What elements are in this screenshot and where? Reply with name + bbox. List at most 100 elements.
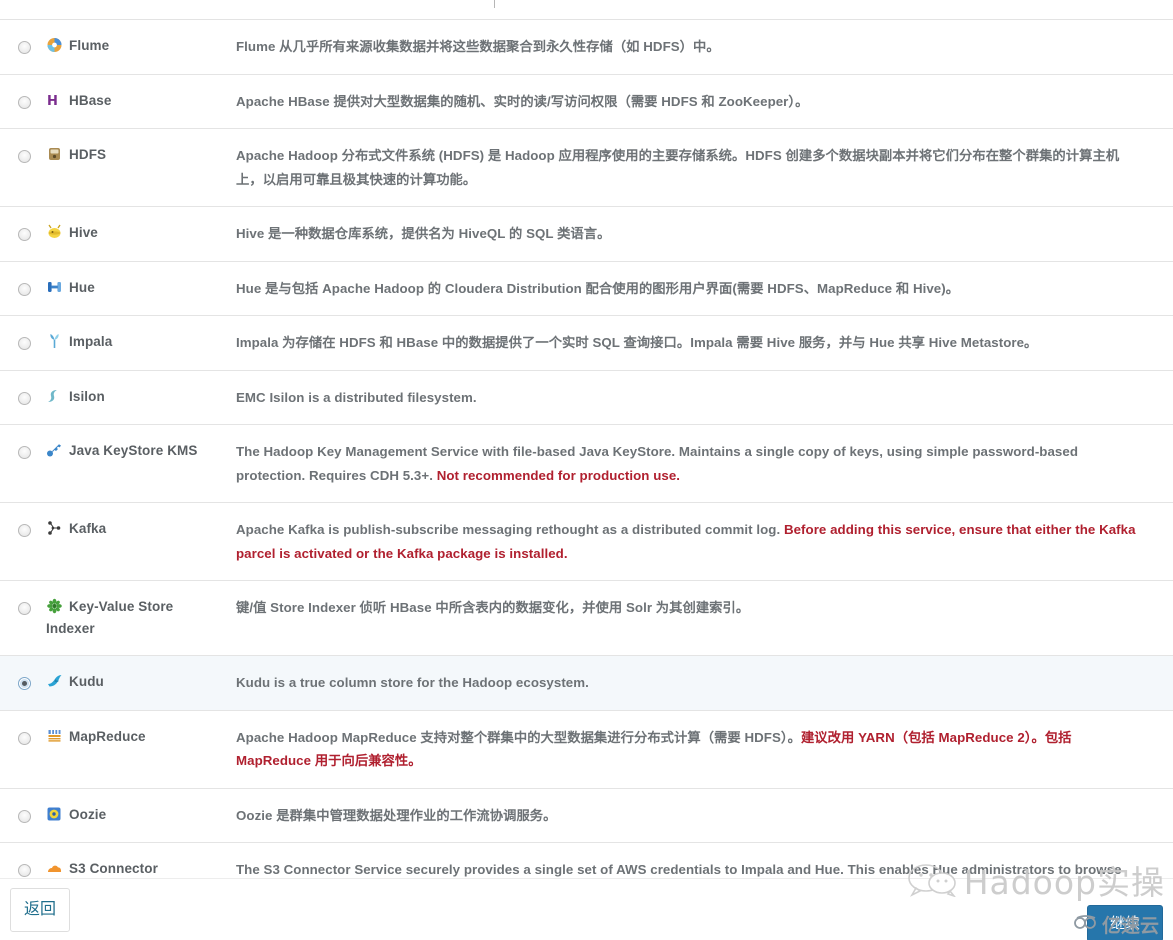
service-radio-cell[interactable] <box>0 370 46 425</box>
service-name-cell[interactable]: Java KeyStore KMS <box>46 425 218 503</box>
hdfs-icon <box>46 146 64 162</box>
service-radio-java-keystore-kms[interactable] <box>18 446 31 459</box>
description-text: EMC Isilon is a distributed filesystem. <box>236 389 477 405</box>
service-radio-cell[interactable] <box>0 20 46 74</box>
service-description-hue: Hue 是与包括 Apache Hadoop 的 Cloudera Distri… <box>236 277 1141 301</box>
cloud-icon <box>46 860 64 876</box>
service-label-impala: Impala <box>46 334 112 349</box>
service-list-table: Flume Flume 从几乎所有来源收集数据并将这些数据聚合到永久性存储（如 H… <box>0 20 1173 940</box>
service-radio-hbase[interactable] <box>18 95 31 109</box>
service-label-text: MapReduce <box>69 728 146 744</box>
service-radio-isilon[interactable] <box>18 391 31 405</box>
service-name-cell[interactable]: HDFS <box>46 129 218 207</box>
service-label-text: Kudu <box>69 674 104 689</box>
service-radio-kafka[interactable] <box>18 524 31 537</box>
flume-icon <box>46 37 64 53</box>
service-radio-mapreduce[interactable] <box>18 731 31 745</box>
service-row[interactable]: Kafka Apache Kafka is publish-subscribe m… <box>0 503 1173 581</box>
description-text: 键/值 Store Indexer 侦听 HBase 中所含表内的数据变化，并使… <box>236 600 750 615</box>
service-radio-cell[interactable] <box>0 74 46 129</box>
service-name-cell[interactable]: MapReduce <box>46 710 218 788</box>
kudu-icon <box>46 673 64 689</box>
service-radio-flume[interactable] <box>18 41 31 54</box>
service-label-s3-connector: S3 Connector <box>46 861 158 876</box>
service-radio-cell[interactable] <box>0 788 46 843</box>
service-row[interactable]: Oozie Oozie 是群集中管理数据处理作业的工作流协调服务。 <box>0 788 1173 843</box>
description-warning-text: Not recommended for production use. <box>436 467 681 483</box>
text-caret-artifact <box>494 0 495 8</box>
service-row[interactable]: Hue Hue 是与包括 Apache Hadoop 的 Cloudera Dis… <box>0 261 1173 316</box>
service-row[interactable]: Hive Hive 是一种数据仓库系统，提供名为 HiveQL 的 SQL 类语言… <box>0 207 1173 262</box>
service-description-cell: The Hadoop Key Management Service with f… <box>218 425 1173 503</box>
service-radio-s3-connector[interactable] <box>18 864 31 877</box>
service-label-kafka: Kafka <box>46 521 106 536</box>
description-text: Hue 是与包括 Apache Hadoop 的 Cloudera Distri… <box>236 280 960 296</box>
service-radio-cell[interactable] <box>0 129 46 207</box>
service-radio-cell[interactable] <box>0 581 46 656</box>
service-description-java-keystore-kms: The Hadoop Key Management Service with f… <box>236 440 1141 487</box>
service-name-cell[interactable]: Oozie <box>46 788 218 843</box>
service-label-text: Java KeyStore KMS <box>69 443 198 458</box>
service-radio-key-value-store-indexer[interactable] <box>18 602 31 615</box>
service-row[interactable]: Isilon EMC Isilon is a distributed filesy… <box>0 370 1173 425</box>
key-icon <box>46 442 64 458</box>
footer-bar: 返回 继续 Hadoop实操 亿速云 <box>0 863 1173 940</box>
description-text: Impala 为存储在 HDFS 和 HBase 中的数据提供了一个实时 SQL… <box>236 335 1038 350</box>
service-radio-hue[interactable] <box>18 282 31 296</box>
service-name-cell[interactable]: Flume <box>46 20 218 74</box>
service-radio-cell[interactable] <box>0 503 46 581</box>
indexer-icon <box>46 598 64 614</box>
service-description-cell: Apache Hadoop MapReduce 支持对整个群集中的大型数据集进行… <box>218 710 1173 788</box>
service-name-cell[interactable]: H HBase <box>46 74 218 129</box>
service-name-cell[interactable]: Hue <box>46 261 218 316</box>
service-radio-impala[interactable] <box>18 337 31 350</box>
service-radio-hive[interactable] <box>18 228 31 241</box>
service-name-cell[interactable]: Impala <box>46 316 218 371</box>
service-name-cell[interactable]: Hive <box>46 207 218 262</box>
service-label-hbase: H HBase <box>46 93 112 108</box>
service-description-cell: EMC Isilon is a distributed filesystem. <box>218 370 1173 425</box>
hbase-icon: H <box>46 92 64 108</box>
top-partial-row <box>0 0 1173 20</box>
service-radio-kudu[interactable] <box>18 677 31 690</box>
service-row[interactable]: HDFS Apache Hadoop 分布式文件系统 (HDFS) 是 Hadoo… <box>0 129 1173 207</box>
service-radio-oozie[interactable] <box>18 809 31 823</box>
service-name-cell[interactable]: Kafka <box>46 503 218 581</box>
service-radio-cell[interactable] <box>0 710 46 788</box>
service-label-text: Key-Value Store Indexer <box>46 599 174 636</box>
service-row[interactable]: Impala Impala 为存储在 HDFS 和 HBase 中的数据提供了一个… <box>0 316 1173 371</box>
svg-text:H: H <box>47 94 58 108</box>
service-label-text: HBase <box>69 92 112 108</box>
service-description-mapreduce: Apache Hadoop MapReduce 支持对整个群集中的大型数据集进行… <box>236 726 1141 773</box>
service-row[interactable]: Java KeyStore KMS The Hadoop Key Manageme… <box>0 425 1173 503</box>
continue-button[interactable]: 继续 <box>1087 905 1163 940</box>
service-name-cell[interactable]: Isilon <box>46 370 218 425</box>
service-label-mapreduce: MapReduce <box>46 729 146 744</box>
service-description-impala: Impala 为存储在 HDFS 和 HBase 中的数据提供了一个实时 SQL… <box>236 331 1141 355</box>
service-description-cell: Hue 是与包括 Apache Hadoop 的 Cloudera Distri… <box>218 261 1173 316</box>
service-row[interactable]: Flume Flume 从几乎所有来源收集数据并将这些数据聚合到永久性存储（如 H… <box>0 20 1173 74</box>
service-label-key-value-store-indexer: Key-Value Store Indexer <box>46 598 174 636</box>
service-row[interactable]: MapReduce Apache Hadoop MapReduce 支持对整个群集… <box>0 710 1173 788</box>
service-name-cell[interactable]: Key-Value Store Indexer <box>46 581 218 656</box>
description-text: Oozie 是群集中管理数据处理作业的工作流协调服务。 <box>236 807 557 823</box>
service-radio-cell[interactable] <box>0 207 46 262</box>
service-label-hdfs: HDFS <box>46 147 106 162</box>
service-label-hue: Hue <box>46 280 95 295</box>
service-radio-cell[interactable] <box>0 425 46 503</box>
description-text: Apache HBase 提供对大型数据集的随机、实时的读/写访问权限（需要 H… <box>236 93 809 109</box>
service-description-cell: Impala 为存储在 HDFS 和 HBase 中的数据提供了一个实时 SQL… <box>218 316 1173 371</box>
service-description-cell: Hive 是一种数据仓库系统，提供名为 HiveQL 的 SQL 类语言。 <box>218 207 1173 262</box>
service-radio-cell[interactable] <box>0 656 46 711</box>
service-radio-cell[interactable] <box>0 316 46 371</box>
service-name-cell[interactable]: Kudu <box>46 656 218 711</box>
back-button[interactable]: 返回 <box>10 888 71 932</box>
service-row[interactable]: Key-Value Store Indexer 键/值 Store Indexer… <box>0 581 1173 656</box>
service-label-kudu: Kudu <box>46 674 104 689</box>
service-radio-hdfs[interactable] <box>18 150 31 163</box>
service-radio-cell[interactable] <box>0 261 46 316</box>
description-text: Apache Hadoop 分布式文件系统 (HDFS) 是 Hadoop 应用… <box>236 148 1120 187</box>
service-row[interactable]: Kudu Kudu is a true column store for the … <box>0 655 1173 711</box>
service-row[interactable]: H HBase Apache HBase 提供对大型数据集的随机、实时的读/写访问权… <box>0 74 1173 129</box>
service-description-cell: Flume 从几乎所有来源收集数据并将这些数据聚合到永久性存储（如 HDFS）中… <box>218 20 1173 74</box>
